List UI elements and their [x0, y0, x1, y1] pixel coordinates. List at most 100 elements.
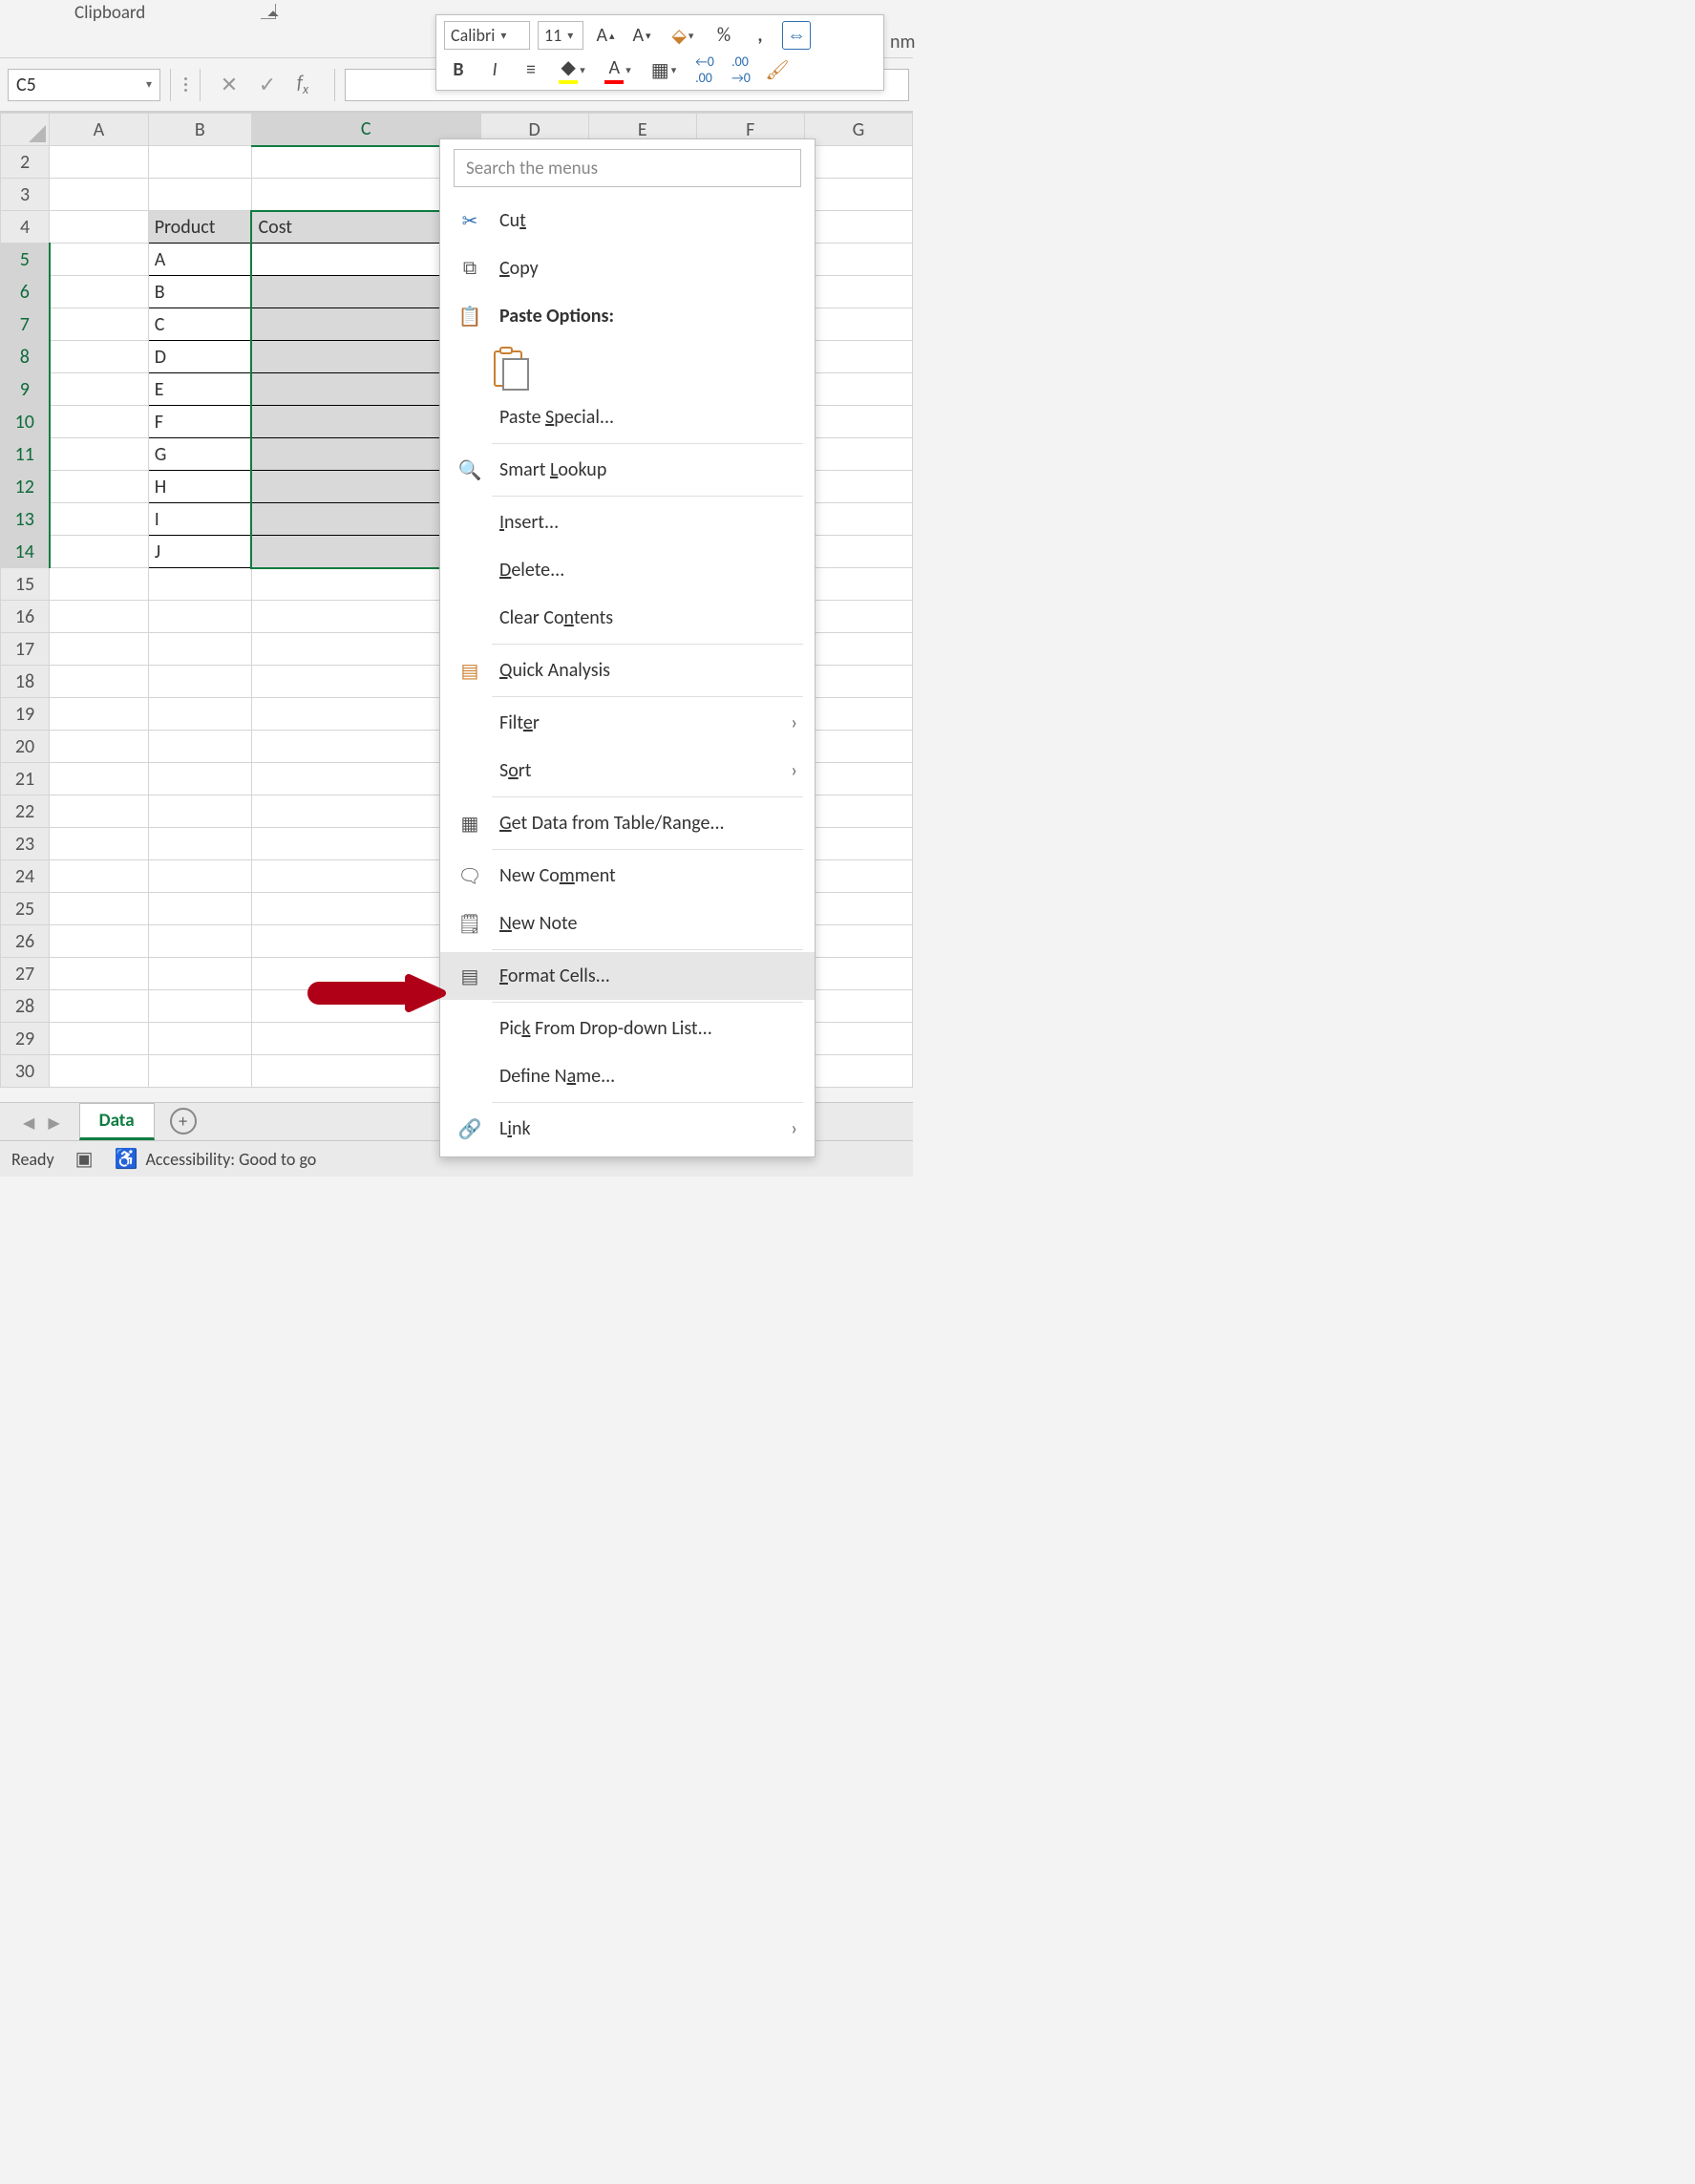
cell[interactable] — [804, 536, 912, 568]
font-name-select[interactable]: Calibri▾ — [444, 21, 530, 50]
cell[interactable]: Product — [148, 211, 251, 244]
cell[interactable] — [148, 763, 251, 795]
row-header[interactable]: 24 — [1, 860, 50, 893]
cell[interactable] — [50, 438, 149, 471]
cell[interactable] — [148, 698, 251, 731]
cell[interactable] — [50, 925, 149, 958]
cell[interactable] — [50, 795, 149, 828]
cell[interactable]: F — [148, 406, 251, 438]
row-header[interactable]: 2 — [1, 146, 50, 179]
menu-copy[interactable]: ⧉ Copy — [440, 244, 815, 292]
cell[interactable] — [804, 601, 912, 633]
row-header[interactable]: 16 — [1, 601, 50, 633]
cell[interactable] — [50, 860, 149, 893]
row-header[interactable]: 14 — [1, 536, 50, 568]
cell[interactable]: D — [148, 341, 251, 373]
cell[interactable] — [804, 990, 912, 1023]
cell[interactable] — [50, 308, 149, 341]
row-header[interactable]: 18 — [1, 666, 50, 698]
font-size-select[interactable]: 11▾ — [538, 21, 583, 50]
row-header[interactable]: 10 — [1, 406, 50, 438]
cell[interactable] — [804, 406, 912, 438]
cell[interactable] — [804, 308, 912, 341]
menu-get-data[interactable]: ▦ Get Data from Table/Range... — [440, 799, 815, 847]
cell[interactable] — [50, 373, 149, 406]
cell[interactable] — [50, 666, 149, 698]
decrease-decimal-icon[interactable]: .00→0 — [727, 55, 755, 84]
menu-cut[interactable]: ✂ CutCut — [440, 197, 815, 244]
row-header[interactable]: 19 — [1, 698, 50, 731]
cell[interactable]: H — [148, 471, 251, 503]
row-header[interactable]: 7 — [1, 308, 50, 341]
cell[interactable] — [804, 471, 912, 503]
menu-clear-contents[interactable]: Clear Contents — [440, 594, 815, 642]
row-header[interactable]: 25 — [1, 893, 50, 925]
percent-icon[interactable]: % — [710, 21, 738, 50]
row-header[interactable]: 28 — [1, 990, 50, 1023]
paste-icon[interactable] — [494, 347, 528, 387]
cell[interactable] — [50, 1055, 149, 1088]
cell[interactable]: A — [148, 244, 251, 276]
cell[interactable] — [148, 990, 251, 1023]
menu-quick-analysis[interactable]: ▤ Quick Analysis — [440, 647, 815, 694]
cell[interactable]: B — [148, 276, 251, 308]
decrease-font-icon[interactable]: A▾ — [627, 21, 656, 50]
cell[interactable] — [50, 179, 149, 211]
row-header[interactable]: 12 — [1, 471, 50, 503]
cell[interactable] — [804, 276, 912, 308]
font-color-icon[interactable]: A▾ — [599, 55, 637, 84]
fill-color-icon[interactable]: ◆▾ — [553, 55, 591, 84]
cell[interactable] — [148, 568, 251, 601]
menu-sort[interactable]: Sort › — [440, 747, 815, 795]
accounting-format-icon[interactable]: ⬙▾ — [664, 21, 702, 50]
row-header[interactable]: 9 — [1, 373, 50, 406]
align-icon[interactable]: ≡ — [517, 55, 545, 84]
cell[interactable] — [148, 601, 251, 633]
select-all-corner[interactable] — [1, 114, 50, 146]
menu-define-name[interactable]: Define Name... — [440, 1052, 815, 1100]
row-header[interactable]: 3 — [1, 179, 50, 211]
cell[interactable]: C — [148, 308, 251, 341]
cell[interactable] — [50, 633, 149, 666]
cell[interactable] — [804, 1023, 912, 1055]
cell[interactable] — [804, 828, 912, 860]
cancel-icon[interactable]: ✕ — [210, 69, 248, 101]
row-header[interactable]: 21 — [1, 763, 50, 795]
accept-icon[interactable]: ✓ — [248, 69, 286, 101]
cell[interactable] — [50, 893, 149, 925]
cell[interactable]: E — [148, 373, 251, 406]
cell[interactable]: G — [148, 438, 251, 471]
cell[interactable]: I — [148, 503, 251, 536]
row-header[interactable]: 23 — [1, 828, 50, 860]
cell[interactable] — [50, 731, 149, 763]
cell[interactable] — [804, 698, 912, 731]
menu-search-input[interactable]: Search the menus — [454, 149, 801, 187]
row-header[interactable]: 27 — [1, 958, 50, 990]
cell[interactable] — [50, 601, 149, 633]
menu-delete[interactable]: Delete... — [440, 546, 815, 594]
row-header[interactable]: 22 — [1, 795, 50, 828]
bold-icon[interactable]: B — [444, 55, 473, 84]
cell[interactable] — [804, 731, 912, 763]
format-painter-icon[interactable]: 🖌 — [763, 55, 792, 84]
tab-nav[interactable]: ◀▶ — [23, 1113, 79, 1140]
row-header[interactable]: 6 — [1, 276, 50, 308]
cell[interactable] — [50, 244, 149, 276]
cell[interactable] — [50, 536, 149, 568]
merge-center-icon[interactable]: ⇔ — [782, 21, 811, 50]
chevron-right-icon[interactable]: ▶ — [48, 1113, 59, 1133]
cell[interactable] — [804, 373, 912, 406]
cell[interactable] — [804, 860, 912, 893]
comma-icon[interactable]: , — [746, 21, 774, 50]
cell[interactable] — [804, 211, 912, 244]
cell[interactable] — [50, 763, 149, 795]
cell[interactable] — [804, 244, 912, 276]
macro-record-icon[interactable]: ▣ — [75, 1147, 94, 1171]
cell[interactable] — [148, 958, 251, 990]
cell[interactable] — [804, 341, 912, 373]
row-header[interactable]: 26 — [1, 925, 50, 958]
cell[interactable] — [804, 925, 912, 958]
add-sheet-button[interactable]: + — [170, 1108, 197, 1134]
cell[interactable] — [148, 633, 251, 666]
row-header[interactable]: 11 — [1, 438, 50, 471]
